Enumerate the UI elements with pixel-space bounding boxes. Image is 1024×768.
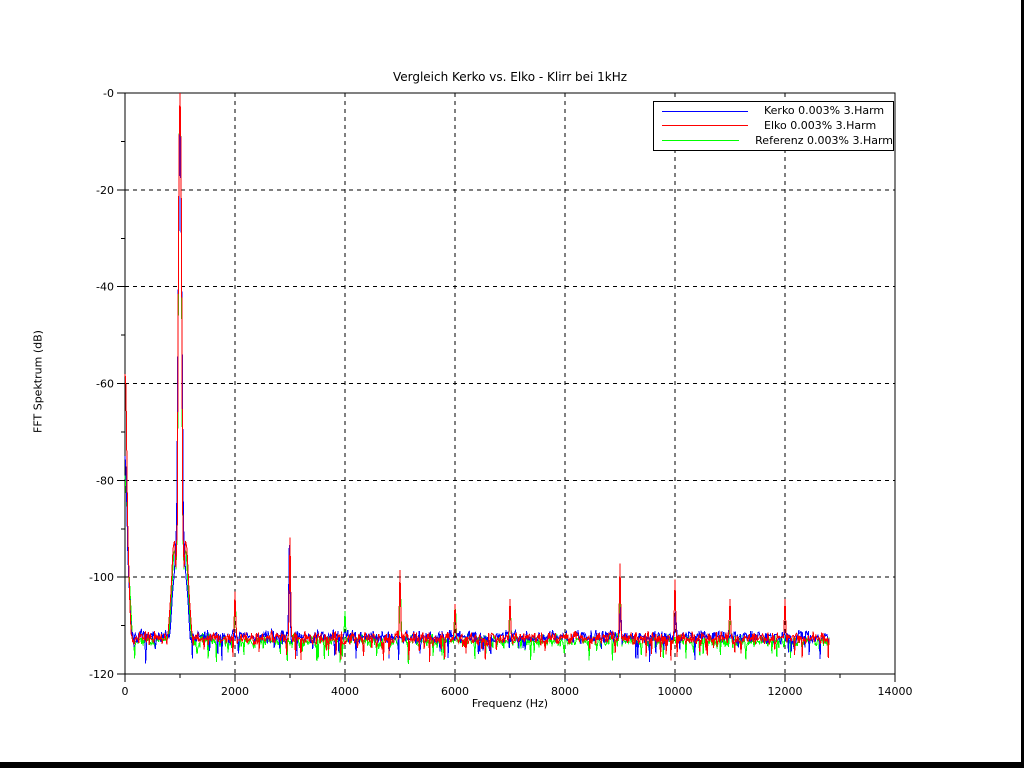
y-tick-label: -60: [96, 378, 114, 391]
screen-edge-bottom: [0, 762, 1024, 768]
legend-line-swatch: [662, 111, 748, 112]
legend-entry: Referenz 0.003% 3.Harm: [654, 134, 893, 148]
y-tick-label: -0: [103, 87, 114, 100]
y-tick-label: -20: [96, 184, 114, 197]
y-tick-label: -40: [96, 281, 114, 294]
y-tick-label: -80: [96, 474, 114, 487]
plot-window: Vergleich Kerko vs. Elko - Klirr bei 1kH…: [0, 0, 1024, 768]
legend-label: Kerko 0.003% 3.Harm: [764, 104, 884, 118]
legend-entry: Elko 0.003% 3.Harm: [654, 119, 893, 133]
legend-label: Referenz 0.003% 3.Harm: [755, 134, 893, 148]
x-axis-label: Frequenz (Hz): [125, 697, 895, 710]
legend-line-swatch: [662, 125, 748, 126]
series-line-referenz: [125, 94, 829, 664]
legend-entry: Kerko 0.003% 3.Harm: [654, 104, 893, 118]
legend-line-swatch: [662, 140, 739, 141]
series-line-kerko: [125, 95, 829, 664]
legend-label: Elko 0.003% 3.Harm: [764, 119, 876, 133]
y-tick-label: -100: [89, 571, 114, 584]
legend: Kerko 0.003% 3.HarmElko 0.003% 3.HarmRef…: [653, 101, 894, 151]
y-tick-label: -120: [89, 668, 114, 681]
